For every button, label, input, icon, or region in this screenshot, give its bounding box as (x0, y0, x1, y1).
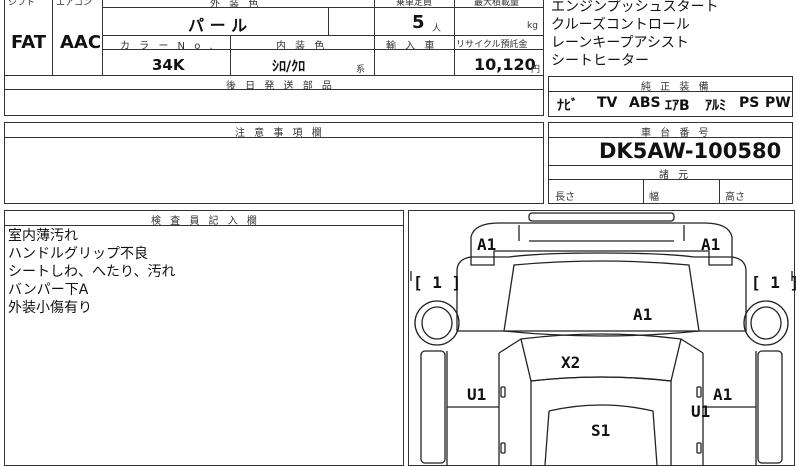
spec-table: シフト エアコン 外 装 色 乗車定員 最大積載量 FAT AAC パ ー ル … (4, 0, 544, 116)
capacity-value: 5 (412, 12, 425, 33)
damage-mark-u1-left: U1 (467, 385, 487, 404)
max-load-unit: kg (527, 21, 538, 31)
inspector-header: 検 査 員 記 入 欄 (151, 216, 260, 227)
capacity-unit: 人 (432, 24, 442, 34)
recycle-fee-unit: 円 (531, 65, 541, 75)
exterior-color-value: パ ー ル (188, 16, 248, 35)
damage-mark-u1-right-door: U1 (691, 402, 711, 421)
equip-abs: ABS (629, 95, 661, 111)
equip-navi: ﾅﾋﾞ (557, 98, 578, 114)
notes-box: 注 意 事 項 欄 (4, 122, 544, 204)
damage-mark-bracket-left: [ 1 ] (413, 273, 462, 292)
option-line: レーンキープアシスト (551, 35, 689, 51)
inspector-box: 検 査 員 記 入 欄 室内薄汚れ ハンドルグリップ不良 シートしわ、へたり、汚… (4, 210, 404, 466)
car-diagram-box: A1 A1 [ 1 ] [ 1 ] A1 X2 U1 A1 U1 S1 (408, 210, 798, 466)
equip-alloy: ｱﾙﾐ (705, 98, 726, 114)
header-max-load: 最大積載量 (474, 0, 520, 8)
standard-equipment-header: 純 正 装 備 (641, 82, 712, 93)
chassis-box: 車 台 番 号 DK5AW-100580 諸 元 長さ 幅 高さ (548, 122, 793, 204)
interior-color-value: ｼﾛ/ｸﾛ (272, 59, 306, 75)
option-line: シートヒーター (551, 53, 649, 69)
inspector-note: ハンドルグリップ不良 (8, 246, 148, 262)
height-label: 高さ (725, 192, 745, 203)
damage-mark-a1-right-door: A1 (713, 385, 733, 404)
equip-ps: PS (739, 95, 760, 111)
equip-airbag: ｴｱB (665, 98, 690, 114)
inspector-note: バンパー下A (8, 282, 89, 298)
damage-mark-x2: X2 (561, 353, 581, 372)
damage-mark-s1: S1 (591, 421, 611, 440)
shift-value: FAT (11, 32, 47, 53)
inspector-note: 外装小傷有り (8, 300, 92, 316)
options-list: エンジンプッシュスタート クルーズコントロール レーンキープアシスト シートヒー… (551, 0, 796, 71)
header-color-no: カ ラ ー N o . (120, 41, 216, 52)
header-capacity: 乗車定員 (396, 0, 433, 8)
header-parts-later: 後 日 発 送 部 品 (226, 81, 335, 92)
standard-equipment-box: 純 正 装 備 ﾅﾋﾞ TV ABS ｴｱB ｱﾙﾐ PS PW (548, 76, 793, 117)
damage-mark-bracket-right: [ 1 ] (751, 273, 798, 292)
width-label: 幅 (649, 192, 659, 203)
header-aircon: エアコン (56, 0, 93, 8)
option-line: エンジンプッシュスタート (551, 0, 719, 15)
chassis-number: DK5AW-100580 (599, 139, 782, 163)
inspector-note: 室内薄汚れ (8, 228, 78, 244)
aircon-value: AAC (60, 32, 102, 53)
interior-color-suffix: 系 (356, 65, 366, 75)
equip-pw: PW (765, 95, 791, 111)
header-interior-color: 内 装 色 (276, 41, 328, 52)
header-exterior-color: 外 装 色 (210, 0, 262, 10)
header-import: 輸 入 車 (386, 41, 438, 52)
damage-mark-a1-hood: A1 (633, 305, 653, 324)
damage-mark-a1-top-left: A1 (477, 235, 497, 254)
equip-tv: TV (597, 95, 618, 111)
color-no-value: 34K (152, 56, 185, 74)
notes-header: 注 意 事 項 欄 (235, 128, 325, 139)
header-recycle-fee: リサイクル預託金 (456, 40, 528, 50)
dimensions-header: 諸 元 (659, 170, 692, 181)
chassis-header: 車 台 番 号 (641, 128, 712, 139)
option-line: クルーズコントロール (551, 17, 690, 33)
damage-mark-a1-top-right: A1 (701, 235, 721, 254)
length-label: 長さ (555, 192, 575, 203)
recycle-fee-value: 10,120 (474, 55, 536, 74)
inspector-note: シートしわ、へたり、汚れ (8, 264, 176, 280)
header-shift: シフト (8, 0, 36, 8)
